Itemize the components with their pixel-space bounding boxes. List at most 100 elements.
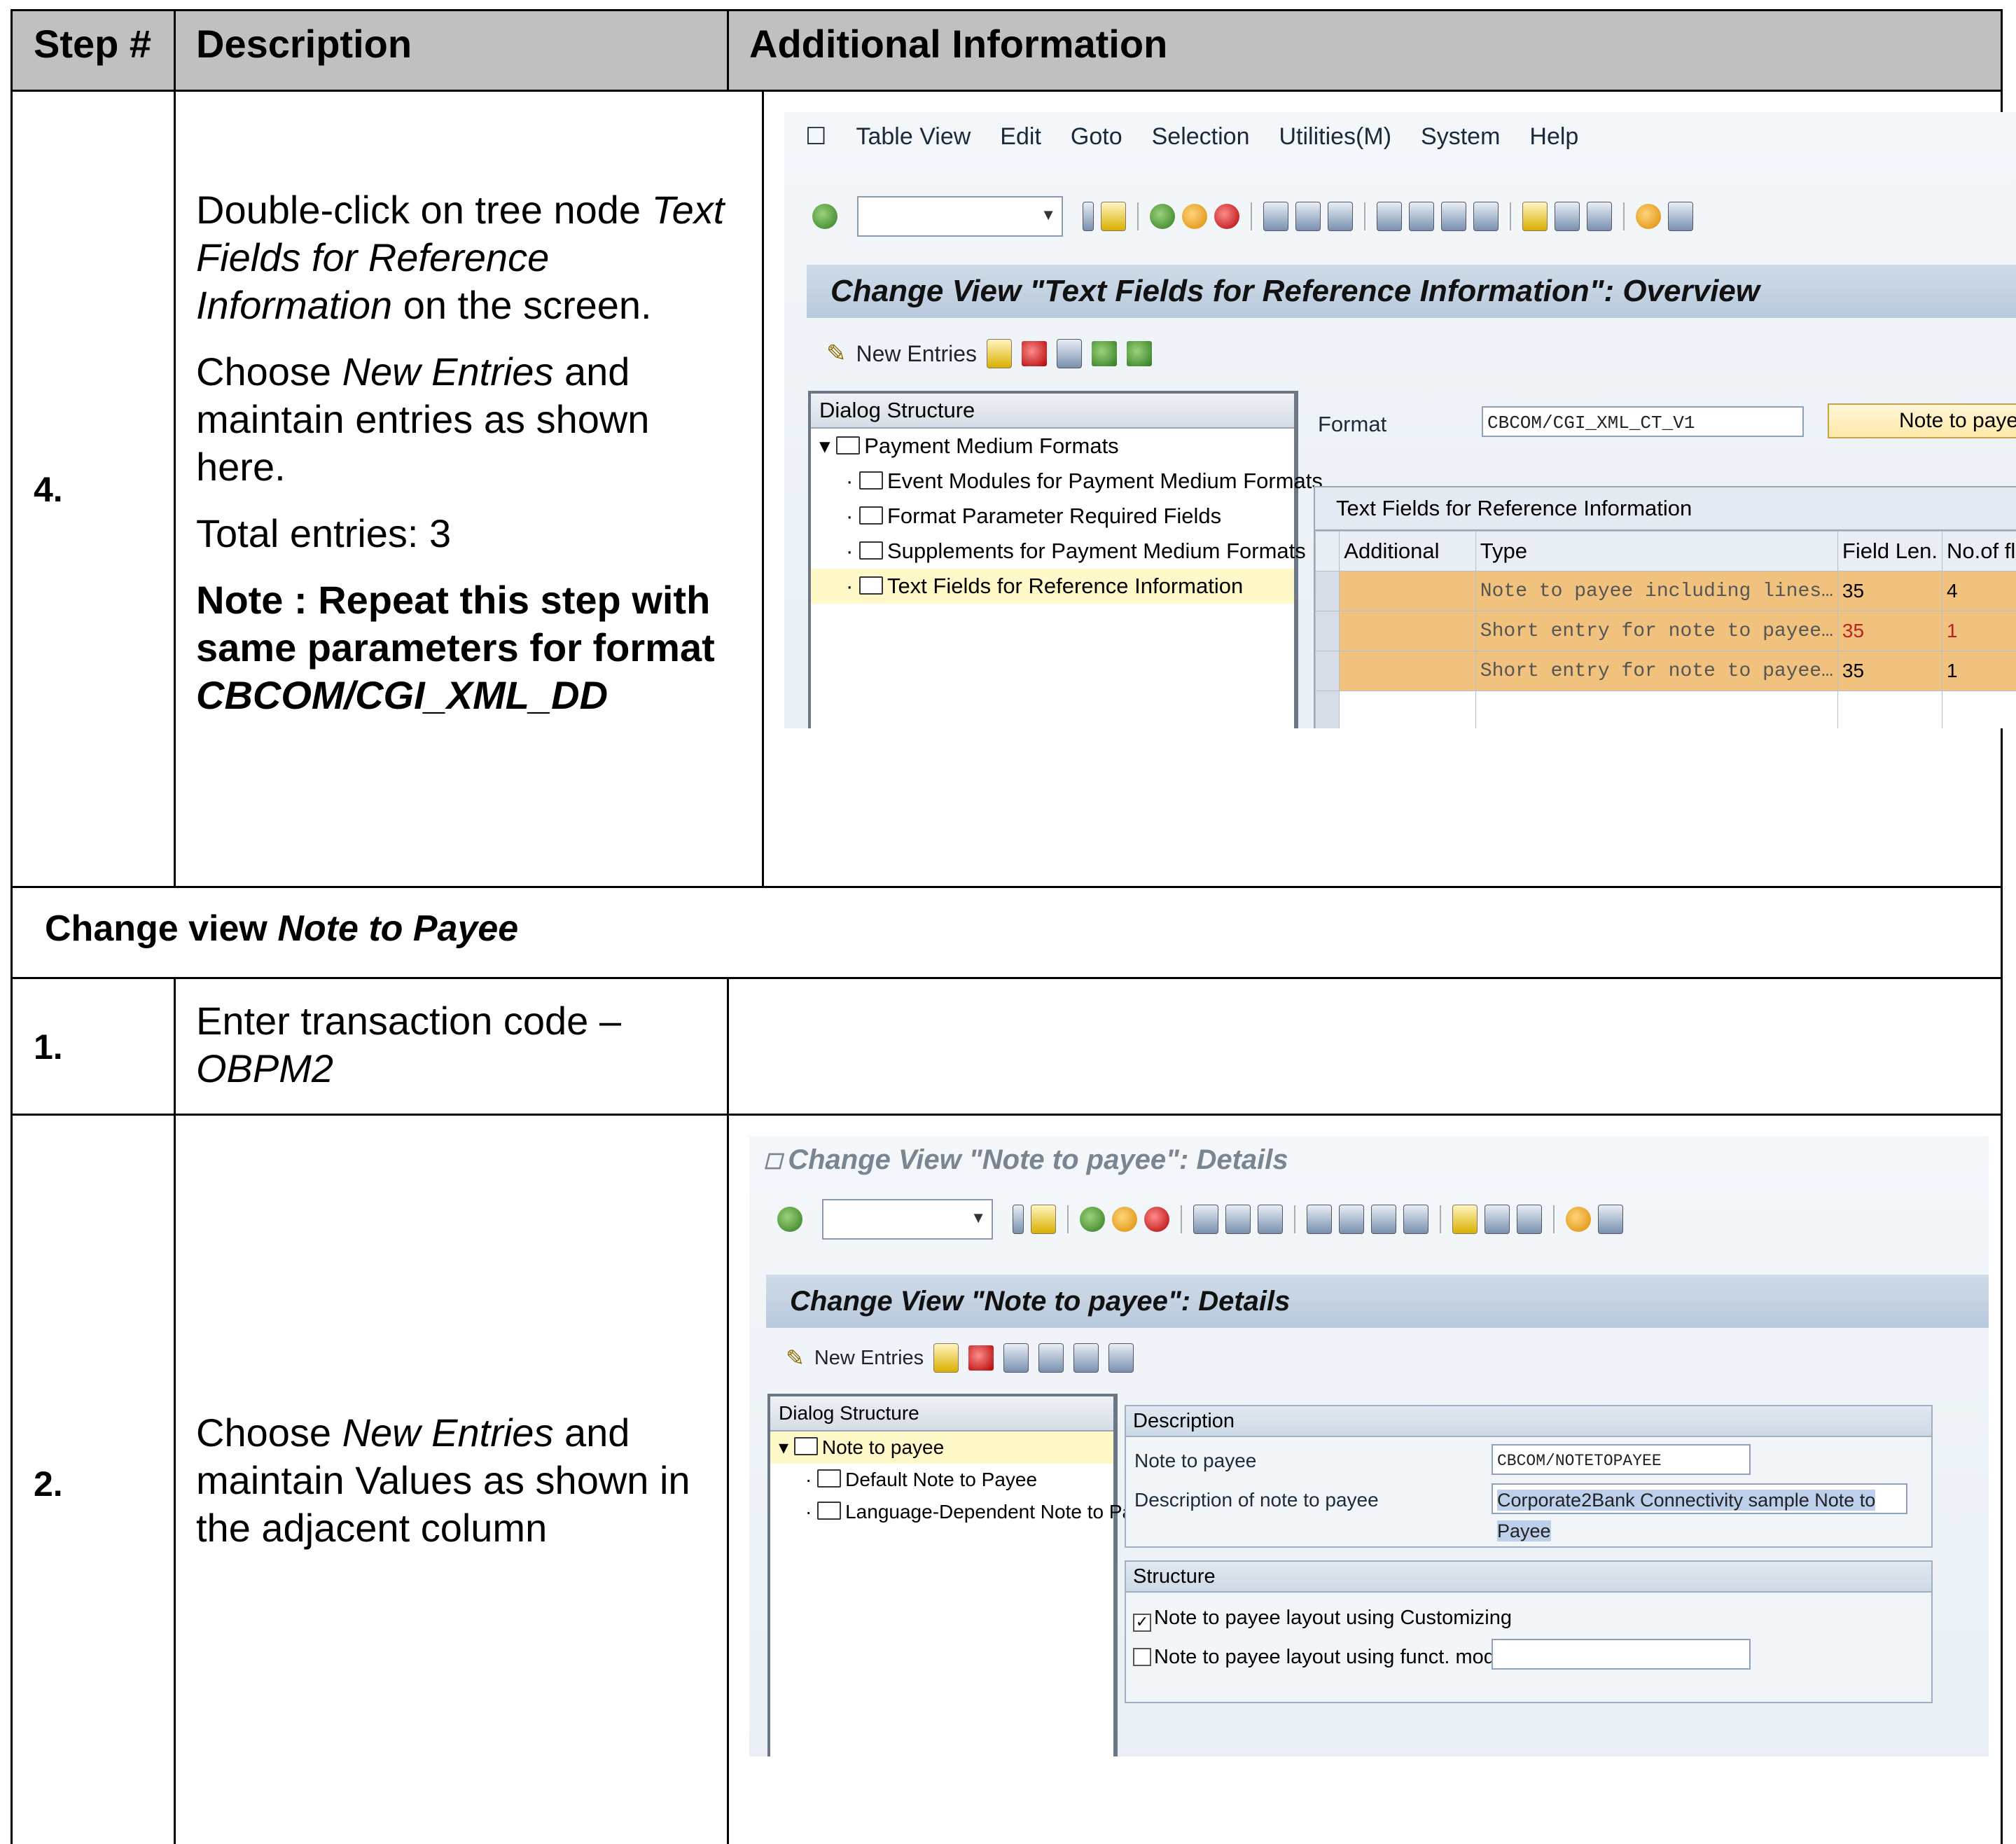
- back-icon[interactable]: [1080, 1207, 1105, 1232]
- undo-icon[interactable]: [1003, 1343, 1029, 1373]
- new-entries-button[interactable]: New Entries: [856, 341, 978, 367]
- customizing-layout-checkbox[interactable]: ✓ Note to payee layout using Customizing: [1133, 1607, 1512, 1632]
- copy-icon[interactable]: [987, 339, 1012, 368]
- layout-icon[interactable]: [1598, 1205, 1623, 1234]
- structure-group-header: Structure: [1126, 1562, 1931, 1593]
- col-additional: Additional: [1339, 531, 1476, 571]
- tree-node-text-fields[interactable]: · Text Fields for Reference Information: [811, 569, 1294, 604]
- new-entries-icon[interactable]: ✎: [826, 340, 847, 368]
- description-field[interactable]: Corporate2Bank Connectivity sample Note …: [1492, 1483, 1907, 1541]
- tree-node-payment-medium-formats[interactable]: ▾ Payment Medium Formats: [811, 429, 1294, 464]
- table-border: [11, 886, 2003, 888]
- note-to-payee-button[interactable]: Note to payee: [1828, 403, 2016, 438]
- application-toolbar: ✎ New Entries: [807, 329, 2016, 378]
- help-icon[interactable]: [1636, 204, 1661, 229]
- tree-header: Dialog Structure: [770, 1396, 1113, 1431]
- back-arrow-icon[interactable]: [1013, 1205, 1024, 1234]
- format-field[interactable]: CBCOM/CGI_XML_CT_V1: [1482, 406, 1804, 437]
- menu-system[interactable]: System: [1421, 123, 1500, 151]
- folder-icon: [858, 471, 883, 490]
- table-row[interactable]: Note to payee including lines… 35 4: [1314, 571, 2016, 611]
- find-icon[interactable]: [1225, 1205, 1251, 1234]
- last-page-icon[interactable]: [1403, 1205, 1428, 1234]
- print-icon[interactable]: [1263, 202, 1288, 231]
- table-border: [727, 9, 729, 90]
- previous-page-icon[interactable]: [1339, 1205, 1364, 1234]
- tree-node-language-dependent[interactable]: · Language-Dependent Note to Payee: [770, 1496, 1165, 1528]
- menu-selection[interactable]: Selection: [1152, 123, 1250, 151]
- cancel-icon[interactable]: [1214, 204, 1239, 229]
- new-entries-icon[interactable]: ✎: [786, 1345, 805, 1371]
- back-icon[interactable]: [1150, 204, 1175, 229]
- exit-icon[interactable]: [1112, 1207, 1137, 1232]
- next-page-icon[interactable]: [1371, 1205, 1396, 1234]
- exit-icon[interactable]: [1182, 204, 1207, 229]
- table-border: [174, 977, 176, 1844]
- menu-icon[interactable]: ☐: [805, 123, 826, 151]
- table-row[interactable]: Short entry for note to payee… 35 1: [1314, 651, 2016, 691]
- first-page-icon[interactable]: [1377, 202, 1402, 231]
- shortcut-icon[interactable]: [1485, 1205, 1510, 1234]
- save-icon[interactable]: [1101, 202, 1126, 231]
- tree-node-supplements[interactable]: · Supplements for Payment Medium Formats: [811, 534, 1306, 569]
- checkbox-checked-icon[interactable]: ✓: [1133, 1614, 1151, 1632]
- step-number: 1.: [34, 1027, 63, 1067]
- sap-screenshot-text-fields: ☐ Table View Edit Goto Selection Utiliti…: [784, 112, 2016, 728]
- previous-page-icon[interactable]: [1409, 202, 1434, 231]
- menu-help[interactable]: Help: [1529, 123, 1578, 151]
- tree-node-note-to-payee[interactable]: ▾ Note to payee: [770, 1431, 1113, 1464]
- tree-node-default-note[interactable]: · Default Note to Payee: [770, 1464, 1113, 1496]
- new-entries-button[interactable]: New Entries: [814, 1347, 924, 1370]
- step-number: 4.: [34, 470, 63, 509]
- menu-table-view[interactable]: Table View: [856, 123, 971, 151]
- delete-icon[interactable]: [968, 1345, 994, 1371]
- last-page-icon[interactable]: [1473, 202, 1499, 231]
- find-icon[interactable]: [1295, 202, 1321, 231]
- col-field-len: Field Len.: [1837, 531, 1943, 571]
- step-number: 2.: [34, 1464, 63, 1504]
- command-field[interactable]: [857, 196, 1063, 237]
- other-entry-icon[interactable]: [1108, 1343, 1134, 1373]
- folder-icon: [858, 541, 883, 560]
- delete-icon[interactable]: [1022, 341, 1047, 366]
- function-module-field[interactable]: [1492, 1639, 1751, 1670]
- find-next-icon[interactable]: [1258, 1205, 1283, 1234]
- print-icon[interactable]: [1193, 1205, 1218, 1234]
- check-icon[interactable]: [1587, 202, 1612, 231]
- find-next-icon[interactable]: [1328, 202, 1353, 231]
- previous-entry-icon[interactable]: [1038, 1343, 1064, 1373]
- step-description: Choose New Entries and maintain Values a…: [196, 1410, 690, 1550]
- note-to-payee-field[interactable]: CBCOM/NOTETOPAYEE: [1492, 1444, 1751, 1475]
- check-icon[interactable]: [1517, 1205, 1542, 1234]
- menu-goto[interactable]: Goto: [1071, 123, 1122, 151]
- new-session-icon[interactable]: [1452, 1205, 1478, 1234]
- checkbox-empty-icon[interactable]: [1133, 1648, 1151, 1666]
- next-entry-icon[interactable]: [1073, 1343, 1099, 1373]
- help-icon[interactable]: [1566, 1207, 1591, 1232]
- shortcut-icon[interactable]: [1555, 202, 1580, 231]
- new-session-icon[interactable]: [1522, 202, 1548, 231]
- command-field[interactable]: [822, 1199, 993, 1240]
- function-module-layout-checkbox[interactable]: Note to payee layout using funct. module: [1133, 1646, 1522, 1669]
- deselect-all-icon[interactable]: [1127, 341, 1152, 366]
- select-all-icon[interactable]: [1092, 341, 1117, 366]
- layout-icon[interactable]: [1668, 202, 1693, 231]
- tree-node-event-modules[interactable]: · Event Modules for Payment Medium Forma…: [811, 464, 1323, 499]
- table-row[interactable]: Short entry for note to payee… 35 1: [1314, 611, 2016, 651]
- menu-utilities[interactable]: Utilities(M): [1279, 123, 1391, 151]
- copy-icon[interactable]: [933, 1343, 959, 1373]
- next-page-icon[interactable]: [1441, 202, 1466, 231]
- menu-edit[interactable]: Edit: [1000, 123, 1041, 151]
- back-arrow-icon[interactable]: [1083, 202, 1094, 231]
- format-label: Format: [1318, 412, 1387, 436]
- first-page-icon[interactable]: [1307, 1205, 1332, 1234]
- enter-icon[interactable]: [777, 1207, 802, 1232]
- tree-node-format-parameter[interactable]: · Format Parameter Required Fields: [811, 499, 1294, 534]
- undo-icon[interactable]: [1057, 339, 1082, 368]
- open-folder-icon: [858, 576, 883, 595]
- cancel-icon[interactable]: [1144, 1207, 1169, 1232]
- description-group: Description Note to payee CBCOM/NOTETOPA…: [1125, 1405, 1933, 1548]
- save-icon[interactable]: [1031, 1205, 1056, 1234]
- enter-icon[interactable]: [812, 204, 837, 229]
- table-row[interactable]: [1314, 691, 2016, 728]
